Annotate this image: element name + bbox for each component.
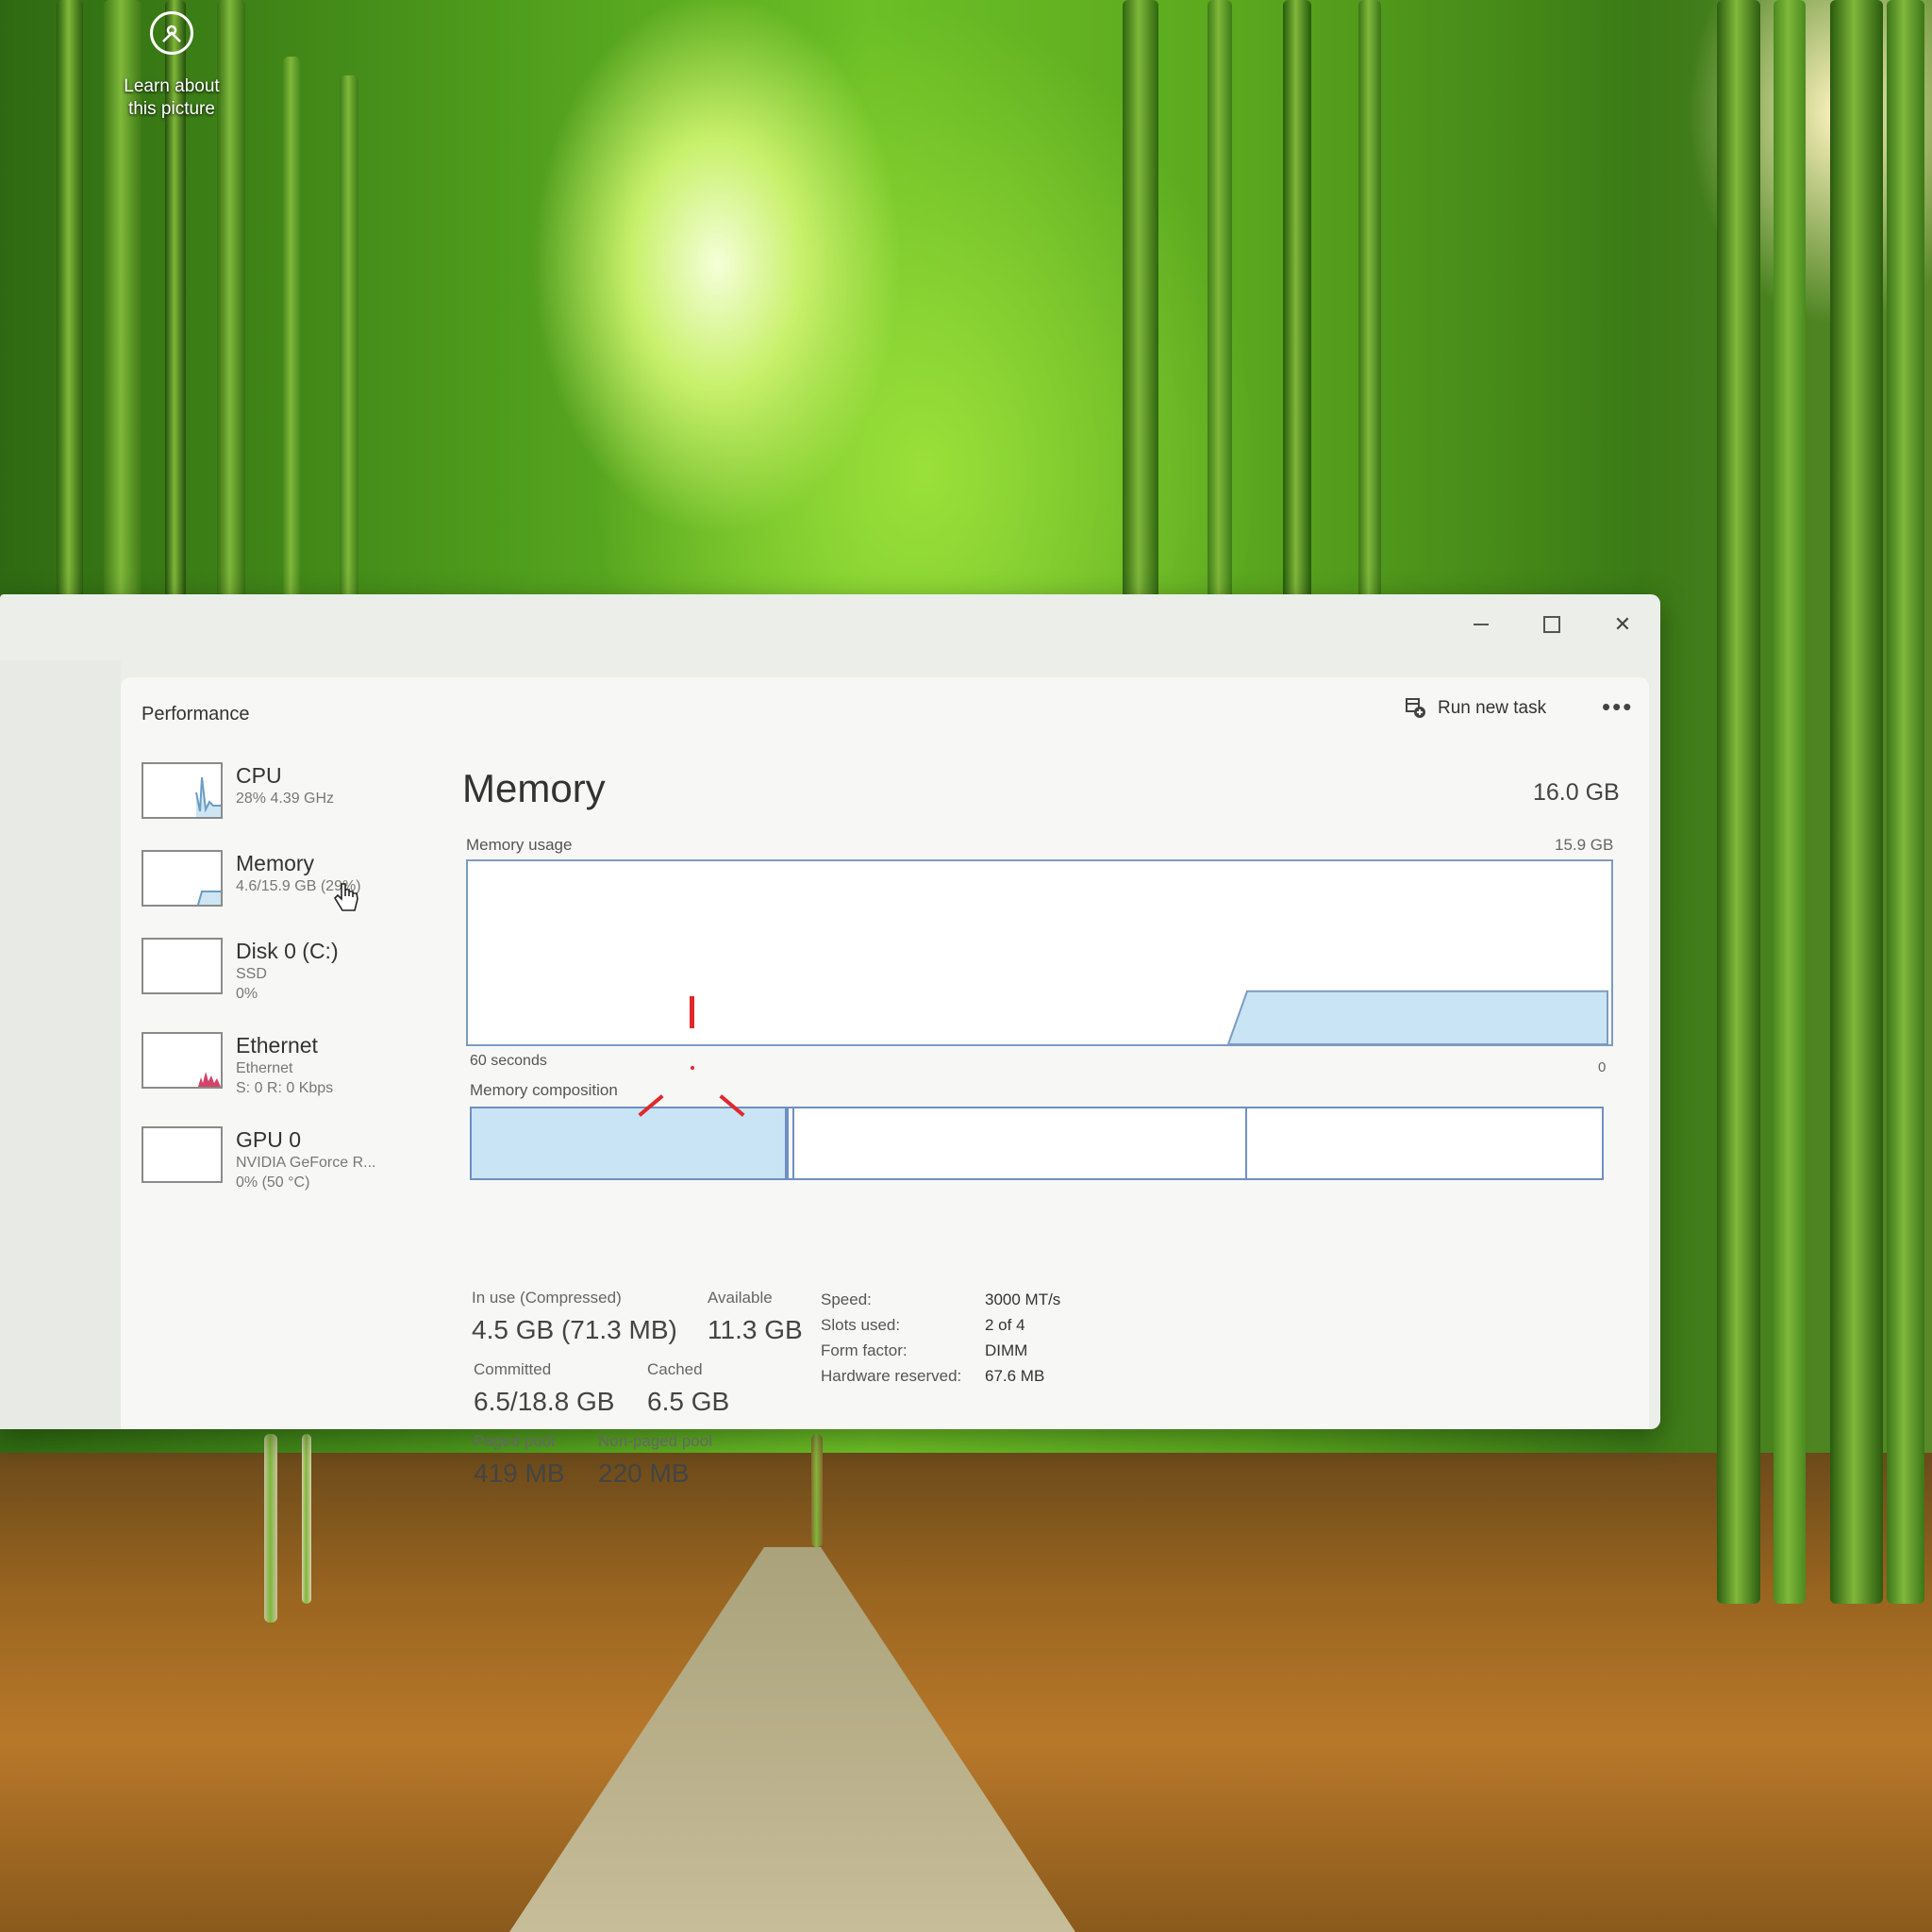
bamboo-stalk xyxy=(302,1434,311,1604)
bamboo-stalk xyxy=(811,1434,823,1547)
available-value: 11.3 GB xyxy=(708,1315,803,1344)
camera-circle-icon xyxy=(150,11,193,55)
bamboo-stalk xyxy=(1887,0,1924,1604)
close-button[interactable]: ✕ xyxy=(1599,606,1646,643)
maximize-icon xyxy=(1543,616,1560,633)
committed-label: Committed xyxy=(474,1360,552,1378)
sidebar-item-cpu[interactable]: CPU 28% 4.39 GHz xyxy=(142,762,334,819)
sidebar-item-label: Memory xyxy=(236,851,315,875)
run-task-icon xyxy=(1406,698,1426,719)
form-factor-label: Form factor: xyxy=(821,1341,908,1359)
page-title: Performance xyxy=(142,704,250,724)
learn-about-line1: Learn about xyxy=(124,76,220,96)
minimize-icon xyxy=(1474,624,1489,625)
hardware-reserved-label: Hardware reserved: xyxy=(821,1367,962,1385)
bamboo-stalk xyxy=(1283,0,1311,604)
memory-thumbnail xyxy=(142,850,223,907)
composition-free-segment xyxy=(1247,1108,1602,1178)
navigation-rail xyxy=(0,660,121,1429)
speed-value: 3000 MT/s xyxy=(985,1291,1061,1308)
sidebar-item-detail: 28% 4.39 GHz xyxy=(236,791,335,807)
in-use-value: 4.5 GB (71.3 MB) xyxy=(472,1315,677,1344)
graph-time-span: 60 seconds xyxy=(470,1053,547,1069)
close-icon: ✕ xyxy=(1613,612,1632,636)
memory-composition-label: Memory composition xyxy=(470,1081,618,1099)
bamboo-stalk xyxy=(1358,0,1381,604)
slots-value: 2 of 4 xyxy=(985,1316,1025,1334)
memory-composition-bar xyxy=(470,1107,1604,1180)
memory-usage-graph xyxy=(466,859,1613,1046)
hand-cursor-icon xyxy=(333,883,358,911)
paged-pool-value: 419 MB xyxy=(474,1458,565,1488)
sidebar-item-gpu[interactable]: GPU 0 NVIDIA GeForce R... 0% (50 °C) xyxy=(142,1126,375,1192)
cached-label: Cached xyxy=(647,1360,703,1378)
memory-total: 16.0 GB xyxy=(1533,779,1620,806)
graph-zero-label: 0 xyxy=(1598,1059,1607,1075)
sidebar-item-label: GPU 0 xyxy=(236,1127,302,1152)
bamboo-stalk xyxy=(1208,0,1232,604)
performance-panel: Performance Run new task ••• CPU 28% 4.3… xyxy=(121,677,1649,1488)
sidebar-item-label: Ethernet xyxy=(236,1033,318,1058)
bamboo-stalk xyxy=(340,75,358,641)
speed-label: Speed: xyxy=(821,1291,872,1308)
learn-about-picture-icon[interactable]: Learn about this picture xyxy=(115,11,228,121)
available-label: Available xyxy=(708,1289,773,1307)
cpu-thumbnail xyxy=(142,762,223,819)
gpu-thumbnail xyxy=(142,1126,223,1183)
cached-value: 6.5 GB xyxy=(647,1387,730,1416)
sidebar-item-label: Disk 0 (C:) xyxy=(236,939,339,963)
run-new-task-label: Run new task xyxy=(1438,698,1547,718)
bamboo-stalk xyxy=(283,57,300,641)
sidebar-item-ethernet[interactable]: Ethernet Ethernet S: 0 R: 0 Kbps xyxy=(142,1032,333,1098)
sidebar-item-memory[interactable]: Memory 4.6/15.9 GB (29%) xyxy=(142,850,361,911)
ethernet-thumbnail xyxy=(142,1032,223,1089)
bamboo-stalk xyxy=(1774,0,1806,1604)
slots-label: Slots used: xyxy=(821,1316,901,1334)
bamboo-stalk xyxy=(57,0,83,660)
sidebar-item-detail: SSD xyxy=(236,966,267,982)
form-factor-value: DIMM xyxy=(985,1341,1028,1359)
red-marker-center xyxy=(691,1066,694,1070)
memory-usage-area xyxy=(1226,990,1608,1044)
bamboo-stalk xyxy=(264,1434,277,1623)
minimize-button[interactable] xyxy=(1457,606,1505,643)
title-bar[interactable]: ✕ xyxy=(0,594,1660,660)
memory-heading: Memory xyxy=(462,766,606,810)
disk-thumbnail xyxy=(142,938,223,994)
hardware-reserved-value: 67.6 MB xyxy=(985,1367,1045,1385)
non-paged-pool-label: Non-paged pool xyxy=(598,1432,712,1450)
non-paged-pool-value: 220 MB xyxy=(598,1458,690,1488)
red-marker-top xyxy=(690,996,694,1028)
sidebar-item-disk[interactable]: Disk 0 (C:) SSD 0% xyxy=(142,938,339,1004)
task-manager-window: ✕ Performance Run new task ••• CPU 28% 4… xyxy=(0,594,1660,1488)
bamboo-stalk xyxy=(1123,0,1158,604)
memory-usage-max: 15.9 GB xyxy=(1555,836,1614,854)
memory-usage-label: Memory usage xyxy=(466,836,573,854)
sidebar-item-detail: NVIDIA GeForce R... xyxy=(236,1155,376,1171)
learn-about-line2: this picture xyxy=(128,99,215,119)
paged-pool-label: Paged pool xyxy=(474,1432,556,1450)
sidebar-item-detail: 0% xyxy=(236,986,258,1002)
sidebar-item-label: CPU xyxy=(236,763,282,788)
committed-value: 6.5/18.8 GB xyxy=(474,1387,615,1416)
more-options-button[interactable]: ••• xyxy=(1602,692,1633,722)
sidebar-item-detail: Ethernet xyxy=(236,1060,293,1076)
bamboo-stalk xyxy=(1717,0,1760,1604)
bamboo-stalk xyxy=(1830,0,1883,1604)
composition-in-use-segment xyxy=(472,1108,789,1178)
maximize-button[interactable] xyxy=(1528,606,1575,643)
run-new-task-button[interactable]: Run new task xyxy=(1406,698,1546,719)
learn-about-label: Learn about this picture xyxy=(115,75,228,121)
sidebar-item-detail: 0% (50 °C) xyxy=(236,1174,310,1191)
in-use-label: In use (Compressed) xyxy=(472,1289,622,1307)
composition-standby-segment xyxy=(794,1108,1247,1178)
sidebar-item-detail: S: 0 R: 0 Kbps xyxy=(236,1080,334,1096)
